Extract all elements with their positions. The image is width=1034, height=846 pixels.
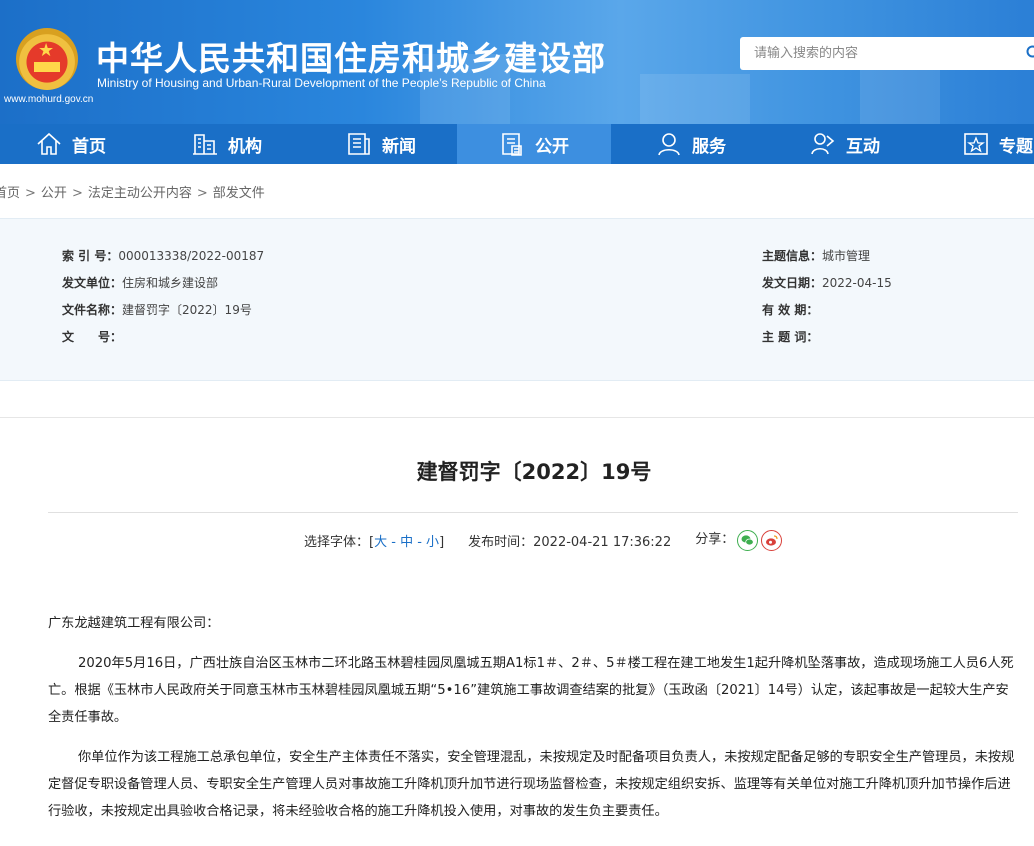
paragraph: 2020年5月16日，广西壮族自治区玉林市二环北路玉林碧桂园凤凰城五期A1标1＃… (48, 656, 1014, 725)
meta-subject-info: 主题信息：城市管理 (762, 249, 871, 263)
document-title: 建督罚字〔2022〕19号 (416, 460, 652, 484)
header-background-building (640, 74, 750, 124)
home-icon (37, 132, 61, 155)
nav-item-public[interactable]: 公开 (457, 124, 611, 164)
building-icon (193, 134, 217, 155)
service-icon (658, 133, 680, 156)
meta-validity-period: 有 效 期： (762, 303, 819, 317)
nav-item-organization[interactable]: 机构 (192, 124, 262, 164)
meta-file-name: 文件名称：建督罚字〔2022〕19号 (62, 303, 252, 317)
breadcrumb-separator: > (71, 186, 83, 201)
wechat-share-icon[interactable] (737, 530, 759, 551)
breadcrumb-ministry-documents[interactable]: 部发文件 (213, 186, 265, 201)
nav-label: 互动 (846, 136, 880, 157)
nav-label: 公开 (535, 136, 569, 157)
breadcrumb-separator: > (25, 186, 36, 201)
nav-label: 新闻 (382, 136, 416, 157)
nav-label: 专题 (999, 136, 1033, 157)
publish-time: 发布时间：2022-04-21 17:36:22 (468, 535, 672, 550)
main-nav: 首页 机构 新闻 公开 服务 互动 专题 (0, 124, 1034, 164)
meta-issue-date: 发文日期：2022-04-15 (762, 276, 892, 290)
breadcrumb-home[interactable]: 首页 (0, 186, 20, 201)
font-medium-link[interactable]: 中 (400, 535, 413, 550)
header-background-building (860, 64, 940, 124)
site-url: www.mohurd.gov.cn (4, 94, 94, 105)
meta-keywords: 主 题 词： (762, 330, 819, 344)
star-box-icon (964, 133, 988, 155)
font-size-selector: 选择字体：[大 - 中 - 小] (304, 535, 445, 550)
nav-label: 首页 (72, 136, 106, 157)
news-icon (348, 133, 370, 155)
site-title[interactable]: 中华人民共和国住房和城乡建设部 (96, 32, 606, 80)
paragraph: 你单位作为该工程施工总承包单位，安全生产主体责任不落实，安全管理混乱，未按规定及… (48, 750, 1015, 819)
search-icon[interactable] (1026, 45, 1034, 61)
breadcrumb: 首页 > 公开 > 法定主动公开内容 > 部发文件 (0, 182, 265, 201)
weibo-share-icon[interactable] (761, 530, 783, 551)
national-emblem-logo[interactable]: ★ (16, 28, 78, 90)
font-small-link[interactable]: 小 (426, 535, 439, 550)
share-label: 分享： (695, 532, 735, 547)
meta-index-number: 索 引 号：000013338/2022-00187 (62, 249, 265, 263)
font-large-link[interactable]: 大 (374, 535, 387, 550)
meta-document-number: 文 号： (62, 330, 123, 344)
interact-icon (811, 133, 835, 155)
nav-label: 机构 (228, 136, 262, 157)
title-divider (48, 512, 1018, 513)
breadcrumb-public[interactable]: 公开 (41, 186, 67, 201)
document-metadata-panel: 索 引 号：000013338/2022-00187 发文单位：住房和城乡建设部… (0, 218, 1034, 381)
nav-label: 服务 (692, 136, 726, 157)
breadcrumb-separator: > (196, 186, 208, 201)
search-box (740, 37, 1034, 70)
nav-item-service[interactable]: 服务 (656, 124, 726, 164)
nav-item-home[interactable]: 首页 (36, 124, 106, 164)
divider (0, 417, 1034, 418)
search-input[interactable] (740, 37, 1020, 70)
breadcrumb-statutory-disclosure[interactable]: 法定主动公开内容 (88, 186, 192, 201)
site-subtitle: Ministry of Housing and Urban-Rural Deve… (97, 76, 546, 90)
document-icon (502, 133, 522, 156)
site-header: ★ www.mohurd.gov.cn 中华人民共和国住房和城乡建设部 Mini… (0, 0, 1034, 124)
nav-item-topics[interactable]: 专题 (963, 124, 1033, 164)
meta-issuing-unit: 发文单位：住房和城乡建设部 (62, 276, 219, 290)
nav-item-news[interactable]: 新闻 (346, 124, 416, 164)
nav-item-interact[interactable]: 互动 (810, 124, 880, 164)
article-toolbar: 选择字体：[大 - 中 - 小] 发布时间：2022-04-21 17:36:2… (304, 530, 783, 551)
salutation: 广东龙越建筑工程有限公司： (48, 616, 220, 631)
